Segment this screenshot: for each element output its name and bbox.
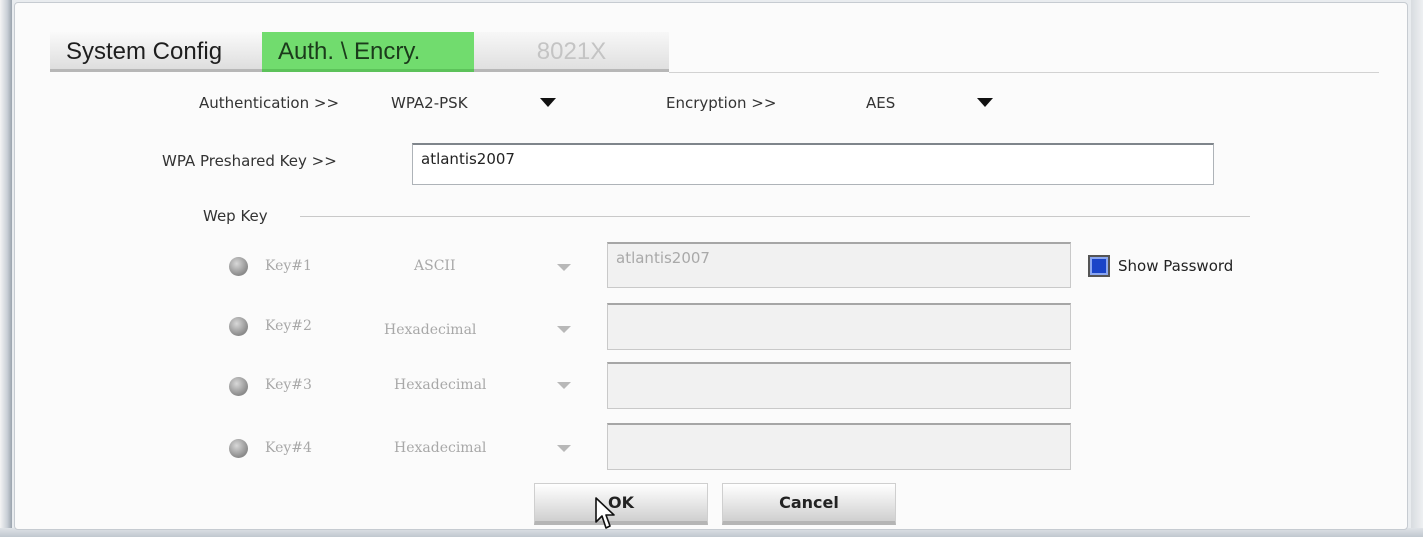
key1-radio-icon[interactable] [229, 257, 248, 276]
authentication-select[interactable]: WPA2-PSK [391, 94, 468, 112]
key1-dropdown-arrow-icon[interactable] [557, 264, 571, 271]
tab-8021x[interactable]: 8021X [474, 32, 669, 72]
tab-system-config[interactable]: System Config [50, 32, 262, 72]
key4-dropdown-arrow-icon[interactable] [557, 445, 571, 452]
encryption-select[interactable]: AES [866, 94, 895, 112]
authentication-dropdown-arrow-icon[interactable] [540, 98, 556, 107]
window-frame-left [0, 0, 12, 537]
key3-radio-icon[interactable] [229, 377, 248, 396]
key4-label: Key#4 [265, 440, 312, 456]
key3-input[interactable] [607, 362, 1071, 409]
key4-radio-icon[interactable] [229, 439, 248, 458]
key2-format-select[interactable]: Hexadecimal [384, 322, 476, 338]
tab-bar: System Config Auth. \ Encry. 8021X [50, 32, 669, 74]
key2-radio-icon[interactable] [229, 317, 248, 336]
wep-section-divider [300, 216, 1250, 217]
key1-label: Key#1 [265, 258, 312, 274]
key2-label: Key#2 [265, 318, 312, 334]
key3-format-select[interactable]: Hexadecimal [394, 377, 486, 393]
key4-format-select[interactable]: Hexadecimal [394, 440, 486, 456]
window-frame-right [1411, 0, 1423, 537]
mouse-cursor-icon [595, 497, 615, 529]
wpa-preshared-key-input[interactable]: atlantis2007 [412, 143, 1214, 185]
cancel-button[interactable]: Cancel [722, 483, 896, 525]
wpa-preshared-key-label: WPA Preshared Key >> [162, 152, 337, 170]
key1-format-select[interactable]: ASCII [414, 258, 455, 274]
key4-input[interactable] [607, 423, 1071, 470]
key3-label: Key#3 [265, 377, 312, 393]
tab-divider [669, 72, 1379, 73]
key2-dropdown-arrow-icon[interactable] [557, 326, 571, 333]
tab-auth-encry[interactable]: Auth. \ Encry. [262, 32, 474, 72]
encryption-label: Encryption >> [666, 94, 777, 112]
authentication-label: Authentication >> [199, 94, 340, 112]
wep-key-section-label: Wep Key [203, 207, 268, 225]
show-password-checkbox[interactable] [1088, 255, 1110, 277]
encryption-dropdown-arrow-icon[interactable] [977, 98, 993, 107]
key1-input[interactable]: atlantis2007 [607, 242, 1071, 288]
ok-button[interactable]: OK [534, 483, 708, 525]
show-password-label: Show Password [1118, 257, 1234, 275]
key2-input[interactable] [607, 303, 1071, 350]
key3-dropdown-arrow-icon[interactable] [557, 382, 571, 389]
